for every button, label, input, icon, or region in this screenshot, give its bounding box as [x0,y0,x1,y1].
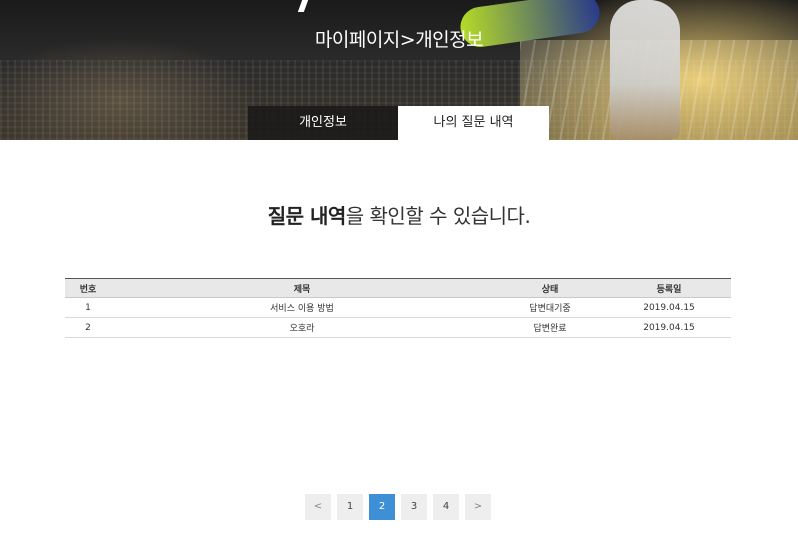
hero-banner: 마이페이지>개인정보 개인정보 나의 질문 내역 [0,0,798,140]
header-status: 상태 [493,278,607,298]
page-title: 마이페이지>개인정보 [314,29,484,51]
cell-number: 2 [65,317,111,338]
cell-date: 2019.04.15 [607,317,731,338]
page-button-3[interactable]: 3 [401,494,427,520]
tab-my-questions[interactable]: 나의 질문 내역 [398,106,549,140]
soccer-player-body-image [610,0,680,140]
cell-title-link[interactable]: 서비스 이용 방법 [111,297,493,318]
next-page-button[interactable]: > [465,494,491,520]
heading-rest: 을 확인할 수 있습니다. [345,204,531,228]
table-header-row: 번호 제목 상태 등록일 [65,278,731,298]
mypage-tabs: 개인정보 나의 질문 내역 [248,106,549,140]
decorative-stripe [297,0,309,12]
header-number: 번호 [65,278,111,298]
question-table: 번호 제목 상태 등록일 1 서비스 이용 방법 답변대기중 2019.04.1… [65,278,731,338]
cell-date: 2019.04.15 [607,297,731,318]
cell-status: 답변완료 [493,317,607,338]
page-button-4[interactable]: 4 [433,494,459,520]
cell-title-link[interactable]: 오호라 [111,317,493,338]
table-row[interactable]: 2 오호라 답변완료 2019.04.15 [65,317,731,338]
heading-strong: 질문 내역 [267,204,347,228]
header-title: 제목 [111,278,493,298]
header-date: 등록일 [607,278,731,298]
cell-number: 1 [65,297,111,318]
pagination: < 1 2 3 4 > [305,494,491,520]
cell-status: 답변대기중 [493,297,607,318]
section-heading: 질문 내역을 확인할 수 있습니다. [0,200,798,229]
prev-page-button[interactable]: < [305,494,331,520]
page-button-1[interactable]: 1 [337,494,363,520]
table-row[interactable]: 1 서비스 이용 방법 답변대기중 2019.04.15 [65,297,731,318]
page-button-2[interactable]: 2 [369,494,395,520]
tab-personal-info[interactable]: 개인정보 [248,106,398,140]
